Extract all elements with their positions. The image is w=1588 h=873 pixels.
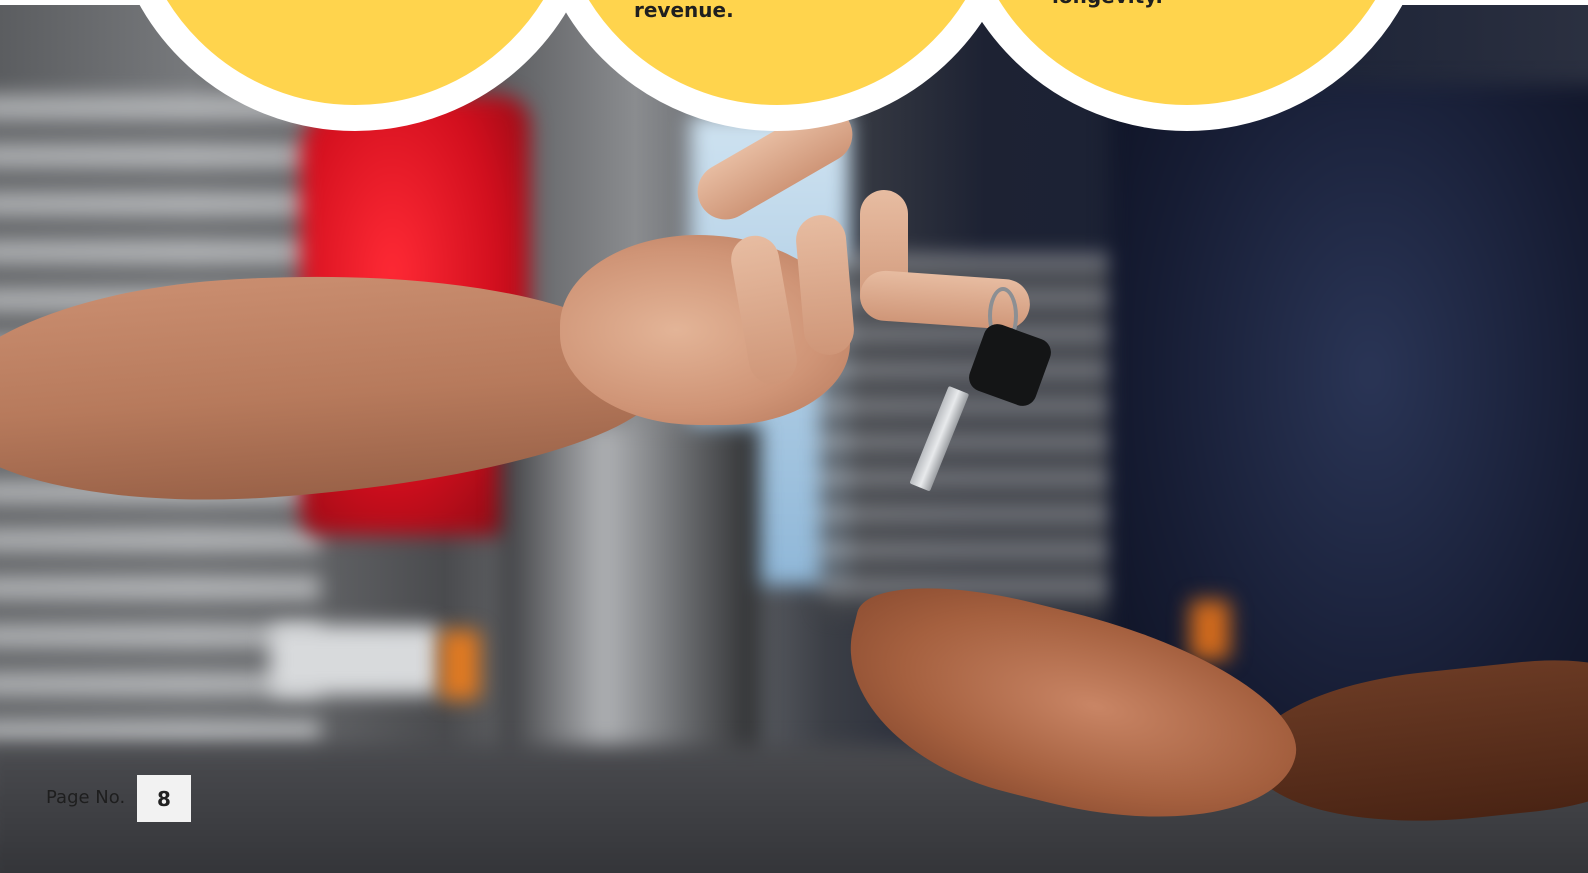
- truck-headlight: [270, 625, 440, 695]
- key-handover-photo: [0, 5, 1588, 873]
- brochure-page: revenue. longevity. Page No. 8: [0, 0, 1588, 873]
- amber-light-left: [440, 630, 480, 700]
- amber-light-right: [1190, 600, 1230, 660]
- circle-right-text: longevity.: [1052, 0, 1163, 8]
- page-number-badge: 8: [137, 775, 191, 822]
- page-number: 8: [157, 786, 171, 811]
- circle-middle-text: revenue.: [634, 0, 734, 22]
- page-number-label: Page No.: [46, 787, 126, 808]
